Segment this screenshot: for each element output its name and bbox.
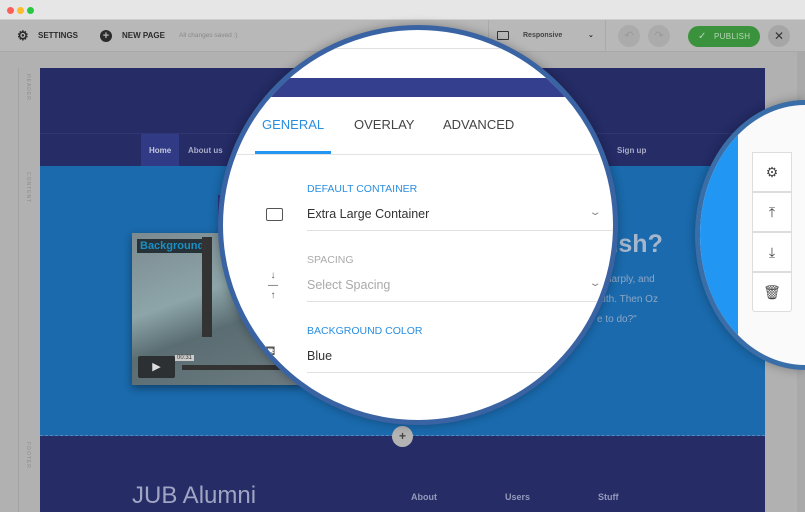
new-page-button[interactable]: NEW PAGE <box>122 20 165 52</box>
plus-circle-icon[interactable]: + <box>100 30 112 42</box>
divider <box>223 154 613 155</box>
container-icon <box>266 208 283 221</box>
ruler-footer: FOOTER <box>18 436 31 512</box>
footer-brand: JUB Alumni <box>132 482 257 509</box>
field-underline <box>307 301 613 302</box>
tab-general[interactable]: GENERAL <box>262 117 324 132</box>
ruler-header: HEADER <box>18 68 31 166</box>
video-time: 00:31 <box>175 355 195 361</box>
publish-label: PUBLISH <box>714 32 751 41</box>
close-button[interactable]: ✕ <box>768 25 790 47</box>
spacing-icon: ↓ — ↑ <box>268 270 278 301</box>
hero-text-1: harply, and <box>606 274 655 285</box>
move-bottom-icon[interactable]: ⤓ <box>752 232 792 272</box>
footer-link-stuff[interactable]: Stuff <box>598 492 619 502</box>
add-section-button[interactable]: + <box>392 426 413 447</box>
move-top-icon[interactable]: ⤒ <box>752 192 792 232</box>
nav-home[interactable]: Home <box>141 134 180 167</box>
minimize-window-dot[interactable] <box>17 7 24 14</box>
redo-button[interactable]: ↷ <box>648 25 670 47</box>
background-color-select[interactable]: Blue <box>307 349 332 363</box>
footer-link-users[interactable]: Users <box>505 492 530 502</box>
tab-advanced[interactable]: ADVANCED <box>443 117 514 132</box>
nav-signup[interactable]: Sign up <box>609 134 654 167</box>
play-icon[interactable]: ▶ <box>138 356 175 378</box>
gear-icon[interactable]: ⚙ <box>17 20 29 52</box>
delete-icon[interactable]: 🗑 <box>752 272 792 312</box>
check-icon: ✓ <box>698 31 707 42</box>
spacing-select[interactable]: Select Spacing <box>307 278 390 292</box>
tools-magnifier: ⚙ ⤒ ⤓ 🗑 <box>695 100 805 370</box>
content-preview <box>700 105 738 365</box>
maximize-window-dot[interactable] <box>27 7 34 14</box>
field-label: DEFAULT CONTAINER <box>307 183 418 195</box>
window-titlebar <box>0 0 805 20</box>
field-underline <box>307 372 613 373</box>
video-label: Background <box>137 239 208 253</box>
ruler-content: CONTENT <box>18 166 31 436</box>
divider <box>223 48 613 49</box>
field-label: BACKGROUND COLOR <box>307 325 423 337</box>
field-label: SPACING <box>307 254 354 266</box>
settings-icon[interactable]: ⚙ <box>752 152 792 192</box>
undo-button[interactable]: ↶ <box>618 25 640 47</box>
close-window-dot[interactable] <box>7 7 14 14</box>
monitor-edge <box>202 237 212 337</box>
panel-header-band <box>223 78 613 97</box>
tab-overlay[interactable]: OVERLAY <box>354 117 414 132</box>
field-underline <box>307 230 613 231</box>
settings-button[interactable]: SETTINGS <box>38 20 78 52</box>
container-select[interactable]: Extra Large Container <box>307 207 429 221</box>
paint-bucket-icon: ⛾ <box>265 343 276 358</box>
footer-link-about[interactable]: About <box>411 492 437 502</box>
publish-button[interactable]: ✓ PUBLISH <box>688 26 760 47</box>
chevron-down-icon[interactable]: ⌄ <box>588 278 601 289</box>
chevron-down-icon[interactable]: ⌄ <box>588 207 601 218</box>
settings-magnifier: GENERAL OVERLAY ADVANCED DEFAULT CONTAIN… <box>218 25 618 425</box>
